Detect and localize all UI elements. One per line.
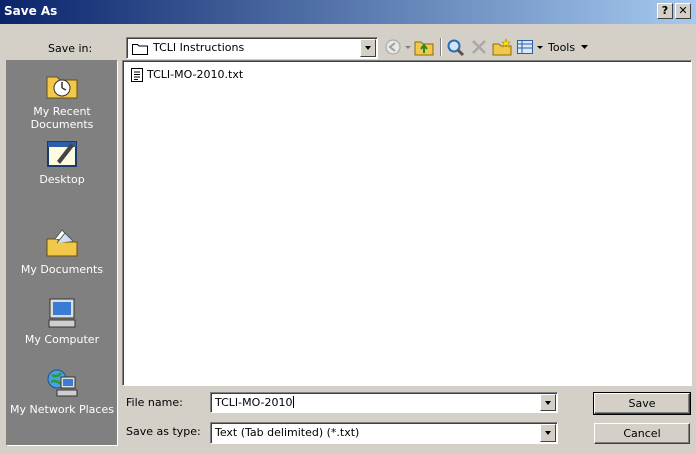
views-dropdown-icon[interactable] — [536, 38, 544, 56]
title-bar: Save As ? ✕ — [0, 0, 696, 24]
desktop-icon — [47, 141, 77, 167]
back-dropdown-icon[interactable] — [404, 38, 412, 56]
file-name-text: TCLI-MO-2010.txt — [147, 68, 244, 81]
place-my-network-places[interactable]: My Network Places — [7, 367, 117, 437]
back-icon[interactable] — [384, 38, 402, 56]
place-label: My Computer — [24, 333, 100, 346]
my-documents-icon — [46, 229, 78, 257]
my-computer-icon — [48, 298, 76, 328]
save-type-label-text: Save as type: — [126, 425, 201, 438]
text-caret — [292, 396, 294, 408]
close-button[interactable]: ✕ — [675, 3, 691, 19]
file-list[interactable]: TCLI-MO-2010.txt — [122, 60, 692, 386]
recent-documents-icon — [46, 76, 78, 99]
place-my-documents[interactable]: My Documents — [7, 227, 117, 297]
place-label: Desktop — [39, 173, 85, 186]
place-desktop[interactable]: Desktop — [7, 137, 117, 207]
search-web-icon[interactable] — [446, 38, 466, 56]
tools-dropdown-icon — [580, 45, 588, 49]
toolbar-separator — [440, 38, 442, 56]
chevron-down-icon[interactable] — [360, 39, 376, 57]
save-button[interactable]: Save — [593, 392, 691, 415]
save-in-label-text: Save in: — [48, 42, 93, 55]
file-name-field[interactable]: TCLI-MO-2010 — [210, 392, 558, 413]
tools-label: Tools — [548, 41, 576, 54]
folder-icon — [132, 44, 148, 55]
save-in-location: TCLI Instructions — [153, 41, 245, 54]
save-type-dropdown[interactable]: Text (Tab delimited) (*.txt) — [210, 422, 558, 444]
save-type-value: Text (Tab delimited) (*.txt) — [215, 426, 360, 439]
delete-icon[interactable] — [470, 38, 488, 56]
save-in-dropdown[interactable]: TCLI Instructions — [126, 37, 378, 59]
place-my-computer[interactable]: My Computer — [7, 297, 117, 367]
up-folder-icon[interactable] — [414, 38, 434, 56]
file-name-input-value: TCLI-MO-2010 — [215, 396, 294, 409]
new-folder-icon[interactable] — [492, 38, 512, 56]
place-label: My Recent Documents — [30, 105, 94, 131]
place-label: My Documents — [20, 263, 104, 276]
network-places-icon — [47, 369, 78, 397]
views-icon[interactable] — [516, 38, 534, 56]
places-bar: My Recent Documents Desktop My Documents… — [6, 60, 118, 446]
help-button[interactable]: ? — [657, 3, 673, 19]
file-name-label-text: File name: — [126, 396, 183, 409]
save-in-label: Save in: — [48, 42, 92, 55]
chevron-down-icon[interactable] — [540, 394, 556, 411]
chevron-down-icon[interactable] — [540, 424, 556, 442]
save-type-label: Save as type: — [126, 425, 201, 438]
file-name-label: File name: — [126, 396, 183, 409]
place-my-recent-documents[interactable]: My Recent Documents — [7, 69, 117, 139]
tools-menu[interactable]: Tools — [548, 41, 589, 54]
file-name-value: TCLI-MO-2010 — [215, 396, 293, 409]
window-title: Save As — [4, 4, 58, 18]
text-file-icon — [131, 68, 143, 82]
place-label: My Network Places — [10, 403, 114, 416]
cancel-button[interactable]: Cancel — [594, 423, 690, 444]
